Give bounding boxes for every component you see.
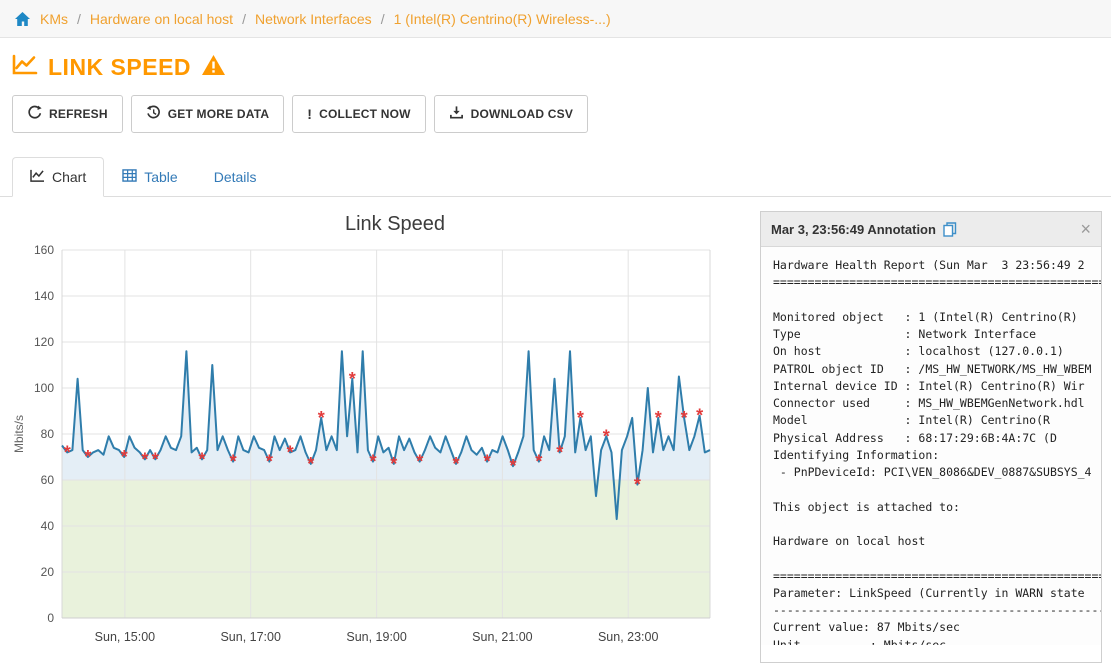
svg-text:0: 0 xyxy=(47,611,54,625)
page-title: LINK SPEED xyxy=(48,54,191,81)
breadcrumb-item-device[interactable]: 1 (Intel(R) Centrino(R) Wireless-...) xyxy=(394,11,611,27)
breadcrumb-separator: / xyxy=(242,11,246,27)
svg-text:140: 140 xyxy=(34,289,54,303)
svg-text:*: * xyxy=(452,454,459,474)
get-more-data-button[interactable]: GET MORE DATA xyxy=(131,95,284,133)
download-csv-button[interactable]: DOWNLOAD CSV xyxy=(434,95,588,133)
svg-text:*: * xyxy=(556,442,563,462)
tab-details-label: Details xyxy=(214,169,257,185)
svg-text:20: 20 xyxy=(41,565,55,579)
breadcrumb-item-kms[interactable]: KMs xyxy=(40,11,68,27)
annotation-title: Mar 3, 23:56:49 Annotation xyxy=(771,222,936,237)
svg-text:*: * xyxy=(369,452,376,472)
svg-text:*: * xyxy=(655,408,662,428)
svg-text:*: * xyxy=(198,449,205,469)
svg-text:*: * xyxy=(307,454,314,474)
line-chart-icon xyxy=(12,54,38,81)
tab-table-label: Table xyxy=(144,169,177,185)
breadcrumb-item-hardware[interactable]: Hardware on local host xyxy=(90,11,233,27)
download-csv-label: DOWNLOAD CSV xyxy=(471,107,573,121)
annotation-text: Hardware Health Report (Sun Mar 3 23:56:… xyxy=(761,247,1101,645)
svg-text:*: * xyxy=(152,449,159,469)
exclamation-icon: ! xyxy=(307,106,312,122)
svg-text:Sun, 21:00: Sun, 21:00 xyxy=(472,630,533,644)
svg-text:*: * xyxy=(535,452,542,472)
svg-text:*: * xyxy=(84,447,91,467)
svg-text:Sun, 19:00: Sun, 19:00 xyxy=(346,630,407,644)
svg-text:*: * xyxy=(681,408,688,428)
svg-text:80: 80 xyxy=(41,427,55,441)
tab-bar: Chart Table Details xyxy=(0,143,1111,197)
chart-panel: Link Speed 0 20 40 60 80 100 120 140 160 Sun, 15:… xyxy=(10,203,750,663)
svg-text:*: * xyxy=(287,442,294,462)
svg-text:*: * xyxy=(416,452,423,472)
tab-details[interactable]: Details xyxy=(196,157,275,197)
svg-text:Sun, 23:00: Sun, 23:00 xyxy=(598,630,659,644)
warning-icon[interactable] xyxy=(201,54,226,81)
page-header: LINK SPEED xyxy=(0,38,1111,91)
svg-text:160: 160 xyxy=(34,243,54,257)
svg-text:*: * xyxy=(634,475,641,495)
home-icon[interactable] xyxy=(14,11,31,27)
annotation-panel: Mar 3, 23:56:49 Annotation × Hardware He… xyxy=(760,211,1102,663)
svg-text:*: * xyxy=(603,426,610,446)
svg-text:*: * xyxy=(266,452,273,472)
svg-text:*: * xyxy=(484,452,491,472)
svg-text:*: * xyxy=(577,408,584,428)
breadcrumb-item-network-interfaces[interactable]: Network Interfaces xyxy=(255,11,372,27)
breadcrumb-separator: / xyxy=(77,11,81,27)
refresh-label: REFRESH xyxy=(49,107,108,121)
chart-tab-icon xyxy=(30,169,45,185)
svg-text:100: 100 xyxy=(34,381,54,395)
link-speed-chart[interactable]: 0 20 40 60 80 100 120 140 160 Sun, 15:00 Sun, 17:0… xyxy=(10,238,750,658)
svg-text:*: * xyxy=(64,442,71,462)
svg-text:*: * xyxy=(141,449,148,469)
svg-text:*: * xyxy=(390,454,397,474)
svg-text:Sun, 15:00: Sun, 15:00 xyxy=(95,630,156,644)
table-tab-icon xyxy=(122,169,137,185)
close-icon[interactable]: × xyxy=(1080,220,1091,238)
tab-table[interactable]: Table xyxy=(104,157,195,197)
page: { "breadcrumb": { "separator": "/", "ite… xyxy=(0,0,1111,668)
svg-text:*: * xyxy=(696,406,703,426)
tab-chart[interactable]: Chart xyxy=(12,157,104,197)
refresh-button[interactable]: REFRESH xyxy=(12,95,123,133)
tab-chart-label: Chart xyxy=(52,169,86,185)
svg-text:Sun, 17:00: Sun, 17:00 xyxy=(220,630,281,644)
svg-text:60: 60 xyxy=(41,473,55,487)
collect-now-button[interactable]: ! COLLECT NOW xyxy=(292,95,425,133)
get-more-data-label: GET MORE DATA xyxy=(168,107,269,121)
svg-text:120: 120 xyxy=(34,335,54,349)
annotation-header: Mar 3, 23:56:49 Annotation × xyxy=(761,212,1101,247)
annotation-body[interactable]: Hardware Health Report (Sun Mar 3 23:56:… xyxy=(761,247,1101,645)
refresh-icon xyxy=(27,105,42,123)
svg-text:*: * xyxy=(230,452,237,472)
svg-text:Mbits/s: Mbits/s xyxy=(12,415,26,453)
chart-title: Link Speed xyxy=(10,203,750,238)
svg-text:*: * xyxy=(318,408,325,428)
copy-icon[interactable] xyxy=(943,222,957,237)
svg-text:*: * xyxy=(121,447,128,467)
history-icon xyxy=(146,105,161,123)
breadcrumb-separator: / xyxy=(381,11,385,27)
svg-text:*: * xyxy=(509,456,516,476)
svg-text:*: * xyxy=(349,369,356,389)
download-icon xyxy=(449,105,464,123)
main-content: Link Speed 0 20 40 60 80 100 120 140 160 Sun, 15:… xyxy=(0,197,1111,663)
breadcrumb: KMs / Hardware on local host / Network I… xyxy=(0,0,1111,38)
svg-text:40: 40 xyxy=(41,519,55,533)
collect-now-label: COLLECT NOW xyxy=(319,107,411,121)
toolbar: REFRESH GET MORE DATA ! COLLECT NOW DOWN… xyxy=(0,91,1111,143)
